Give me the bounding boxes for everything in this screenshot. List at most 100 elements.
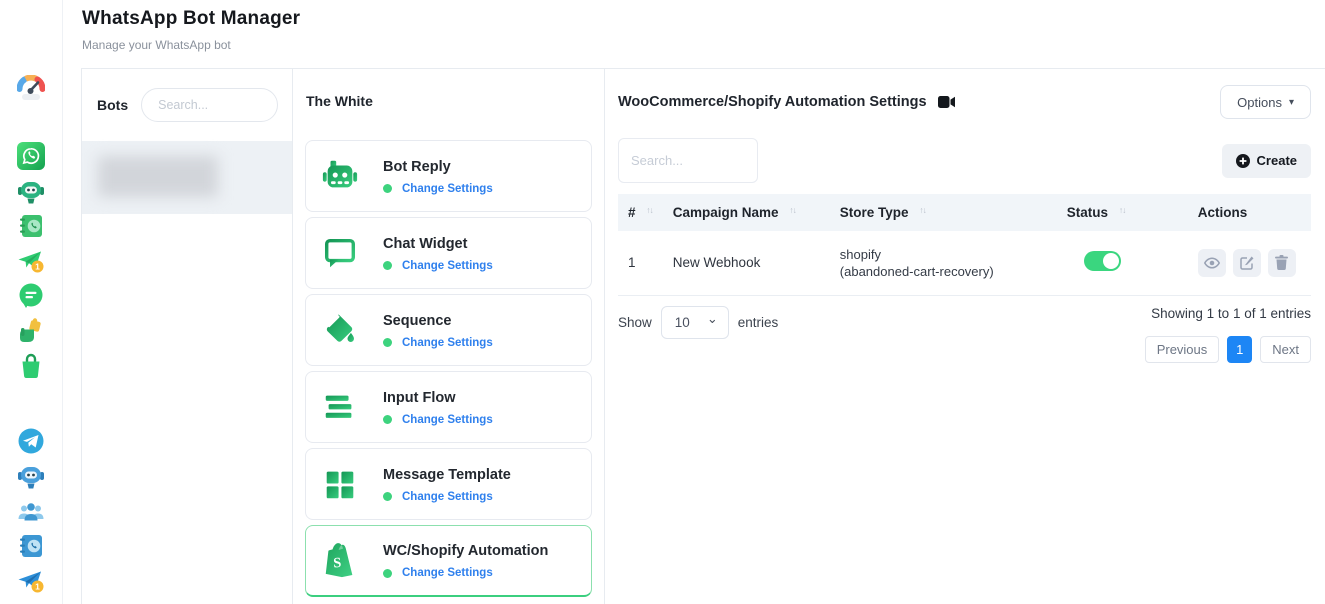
options-button-label: Options — [1237, 95, 1282, 110]
whatsapp-chat-icon[interactable] — [17, 282, 45, 310]
dashboard-gauge-icon[interactable] — [17, 75, 45, 103]
telegram-campaign-badge: 1 — [35, 582, 40, 592]
status-dot — [383, 492, 392, 501]
whatsapp-campaign-send-icon[interactable]: 1 — [17, 247, 45, 275]
telegram-contacts-icon[interactable] — [17, 532, 45, 560]
whatsapp-store-icon[interactable] — [17, 352, 45, 380]
pagination-previous-button[interactable]: Previous — [1145, 336, 1220, 363]
sort-icon: ↑↓ — [919, 205, 926, 215]
tutorial-video-icon[interactable] — [938, 96, 955, 108]
feature-card-message-template[interactable]: Message Template Change Settings — [305, 448, 592, 520]
delete-button[interactable] — [1268, 249, 1296, 277]
page-subtitle: Manage your WhatsApp bot — [82, 38, 300, 52]
create-button[interactable]: Create — [1222, 144, 1311, 178]
pagination: Previous 1 Next — [1145, 336, 1311, 363]
bot-name-redacted — [98, 156, 218, 197]
chevron-down-icon: ⌄ — [707, 311, 718, 327]
page-title: WhatsApp Bot Manager — [82, 8, 300, 30]
status-cell — [1057, 231, 1188, 295]
column-header-store-type[interactable]: Store Type ↑↓ — [830, 194, 1057, 231]
column-header-index[interactable]: # ↑↓ — [618, 194, 663, 231]
whatsapp-icon[interactable] — [17, 142, 45, 170]
edit-pencil-icon — [1240, 256, 1254, 270]
page-size-select[interactable]: 10 ⌄ — [661, 306, 729, 339]
workspace: Bots The White — [81, 68, 1325, 604]
bot-list-item-selected[interactable] — [82, 141, 292, 214]
feature-title: Bot Reply — [383, 159, 451, 175]
entries-label: entries — [738, 315, 779, 330]
feature-card-chat-widget[interactable]: Chat Widget Change Settings — [305, 217, 592, 289]
app-icon-rail: 1 — [0, 0, 63, 604]
chat-widget-icon — [320, 233, 360, 273]
bots-search-input[interactable] — [141, 88, 278, 122]
status-dot — [383, 569, 392, 578]
edit-button[interactable] — [1233, 249, 1261, 277]
status-toggle-on[interactable] — [1084, 251, 1121, 271]
change-settings-link[interactable]: Change Settings — [402, 183, 493, 195]
feature-card-wc-shopify-automation[interactable]: S WC/Shopify Automation Change Settings — [305, 525, 592, 597]
page-size-value: 10 — [675, 315, 690, 330]
telegram-bot-icon[interactable] — [17, 462, 45, 490]
feature-title: Sequence — [383, 313, 452, 329]
change-settings-link[interactable]: Change Settings — [402, 260, 493, 272]
change-settings-link[interactable]: Change Settings — [402, 491, 493, 503]
section-title: WooCommerce/Shopify Automation Settings — [618, 94, 927, 110]
campaign-search-input[interactable] — [618, 138, 758, 183]
whatsapp-integrations-icon[interactable] — [17, 317, 45, 345]
whatsapp-contacts-icon[interactable] — [17, 212, 45, 240]
bot-reply-icon — [320, 156, 360, 196]
feature-title: Message Template — [383, 467, 511, 483]
column-header-status[interactable]: Status ↑↓ — [1057, 194, 1188, 231]
pagination-next-button[interactable]: Next — [1260, 336, 1311, 363]
page-header: WhatsApp Bot Manager Manage your WhatsAp… — [82, 8, 300, 52]
table-row: 1 New Webhook shopify (abandoned-cart-re… — [618, 231, 1311, 295]
row-index: 1 — [618, 231, 663, 295]
campaigns-table: # ↑↓ Campaign Name ↑↓ Store Type ↑↓ Stat… — [618, 194, 1311, 296]
bots-panel-title: Bots — [97, 97, 128, 113]
sort-icon: ↑↓ — [1119, 205, 1126, 215]
options-button[interactable]: Options ▾ — [1220, 85, 1311, 119]
sequence-icon — [320, 310, 360, 350]
telegram-groups-icon[interactable] — [17, 497, 45, 525]
feature-card-input-flow[interactable]: Input Flow Change Settings — [305, 371, 592, 443]
change-settings-link[interactable]: Change Settings — [402, 414, 493, 426]
feature-title: WC/Shopify Automation — [383, 543, 548, 559]
whatsapp-bot-icon[interactable] — [17, 177, 45, 205]
status-dot — [383, 415, 392, 424]
sort-icon: ↑↓ — [646, 205, 653, 215]
status-dot — [383, 338, 392, 347]
show-label: Show — [618, 315, 652, 330]
bot-features-panel: The White — [293, 69, 605, 604]
plus-circle-icon — [1236, 154, 1250, 168]
status-dot — [383, 184, 392, 193]
column-header-campaign-name[interactable]: Campaign Name ↑↓ — [663, 194, 830, 231]
view-button[interactable] — [1198, 249, 1226, 277]
status-dot — [383, 261, 392, 270]
pagination-page-1-button[interactable]: 1 — [1227, 336, 1252, 363]
whatsapp-campaign-badge: 1 — [35, 262, 40, 272]
campaign-name-cell: New Webhook — [663, 231, 830, 295]
entries-summary: Showing 1 to 1 of 1 entries — [1145, 306, 1311, 321]
svg-text:S: S — [333, 554, 342, 571]
bots-panel: Bots — [82, 69, 293, 604]
selected-bot-name: The White — [306, 93, 592, 109]
feature-card-sequence[interactable]: Sequence Change Settings — [305, 294, 592, 366]
input-flow-icon — [320, 387, 360, 427]
message-template-icon — [320, 464, 360, 504]
store-type-cell: shopify (abandoned-cart-recovery) — [830, 231, 1057, 295]
shopify-icon: S — [320, 541, 360, 581]
change-settings-link[interactable]: Change Settings — [402, 337, 493, 349]
eye-icon — [1204, 257, 1220, 269]
actions-cell — [1188, 231, 1311, 295]
feature-title: Chat Widget — [383, 236, 467, 252]
change-settings-link[interactable]: Change Settings — [402, 567, 493, 579]
caret-down-icon: ▾ — [1289, 97, 1294, 108]
telegram-icon[interactable] — [17, 427, 45, 455]
feature-title: Input Flow — [383, 390, 455, 406]
column-header-actions: Actions — [1188, 194, 1311, 231]
create-button-label: Create — [1257, 153, 1297, 168]
sort-icon: ↑↓ — [789, 205, 796, 215]
trash-icon — [1275, 255, 1288, 270]
telegram-campaign-send-icon[interactable]: 1 — [17, 567, 45, 595]
feature-card-bot-reply[interactable]: Bot Reply Change Settings — [305, 140, 592, 212]
